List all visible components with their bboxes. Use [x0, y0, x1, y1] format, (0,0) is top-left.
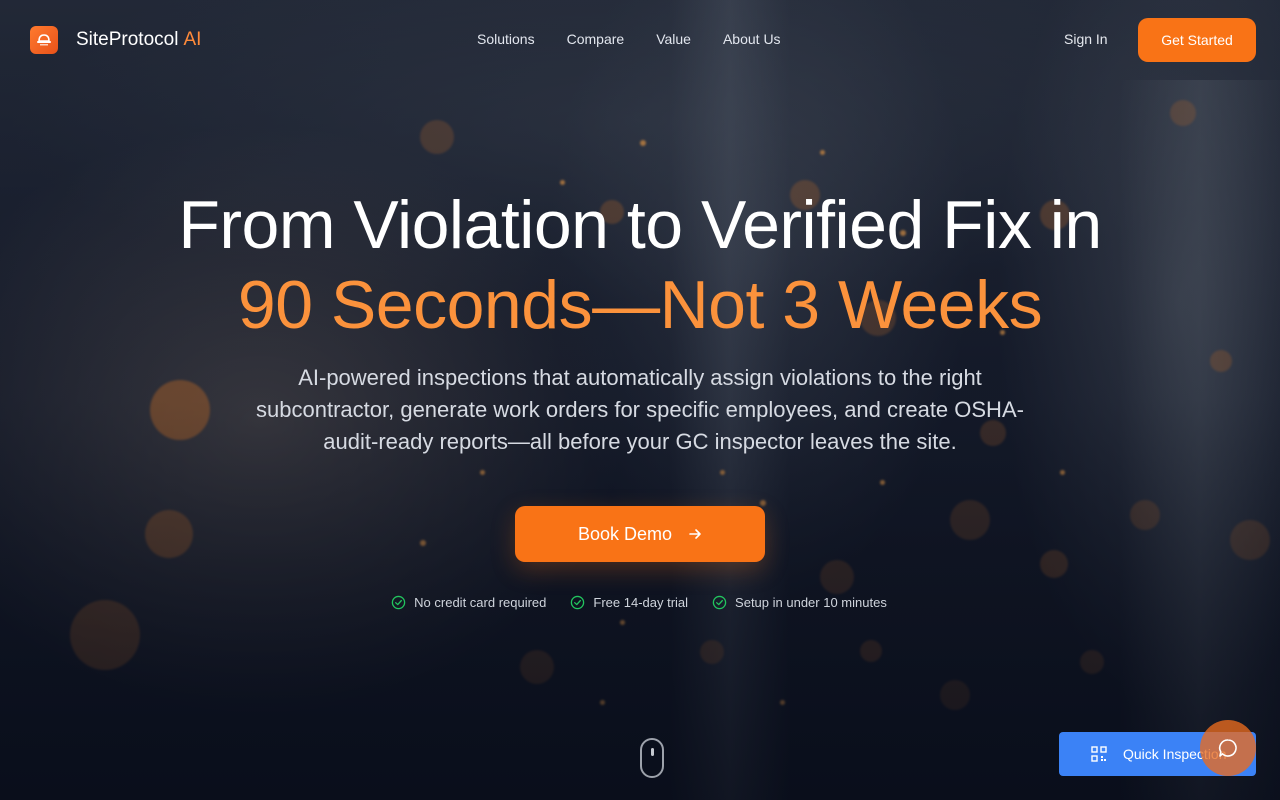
check-circle-icon — [712, 595, 727, 610]
main-nav: Solutions Compare Value About Us — [477, 31, 781, 47]
nav-compare[interactable]: Compare — [567, 31, 625, 47]
perk-item: No credit card required — [391, 595, 546, 610]
hero-perks: No credit card required Free 14-day tria… — [0, 595, 1280, 610]
chat-bubble-icon — [1218, 739, 1237, 757]
get-started-button[interactable]: Get Started — [1138, 18, 1256, 62]
check-circle-icon — [391, 595, 406, 610]
brand-name[interactable]: SiteProtocol AI — [76, 29, 201, 51]
site-header: SiteProtocol AI Solutions Compare Value A… — [0, 0, 1280, 80]
hero-subtitle: AI-powered inspections that automaticall… — [256, 365, 1024, 454]
mouse-wheel — [651, 748, 654, 756]
brand-name-suffix: AI — [183, 29, 202, 50]
nav-about-us[interactable]: About Us — [723, 31, 781, 47]
qr-code-icon — [1091, 746, 1107, 762]
nav-solutions[interactable]: Solutions — [477, 31, 535, 47]
scroll-indicator-mouse-icon[interactable] — [640, 738, 664, 778]
hero-title-line2: 90 Seconds—Not 3 Weeks — [237, 267, 1043, 343]
nav-value[interactable]: Value — [656, 31, 691, 47]
perk-label: Setup in under 10 minutes — [735, 595, 887, 610]
check-circle-icon — [571, 595, 585, 610]
brand-logo-icon[interactable] — [30, 26, 58, 54]
book-demo-button[interactable]: Book Demo — [515, 506, 765, 562]
arrow-right-icon — [689, 529, 701, 539]
perk-label: Free 14-day trial — [593, 595, 689, 610]
brand-name-text: SiteProtocol — [76, 29, 179, 50]
hero-title-line1: From Violation to Verified Fix in — [178, 187, 1102, 263]
chat-launcher-button[interactable] — [1200, 720, 1256, 776]
sign-in-link[interactable]: Sign In — [1064, 31, 1108, 47]
perk-item: Setup in under 10 minutes — [712, 595, 887, 610]
perk-item: Free 14-day trial — [570, 595, 688, 610]
book-demo-label: Book Demo — [577, 523, 673, 544]
perk-label: No credit card required — [414, 595, 547, 610]
